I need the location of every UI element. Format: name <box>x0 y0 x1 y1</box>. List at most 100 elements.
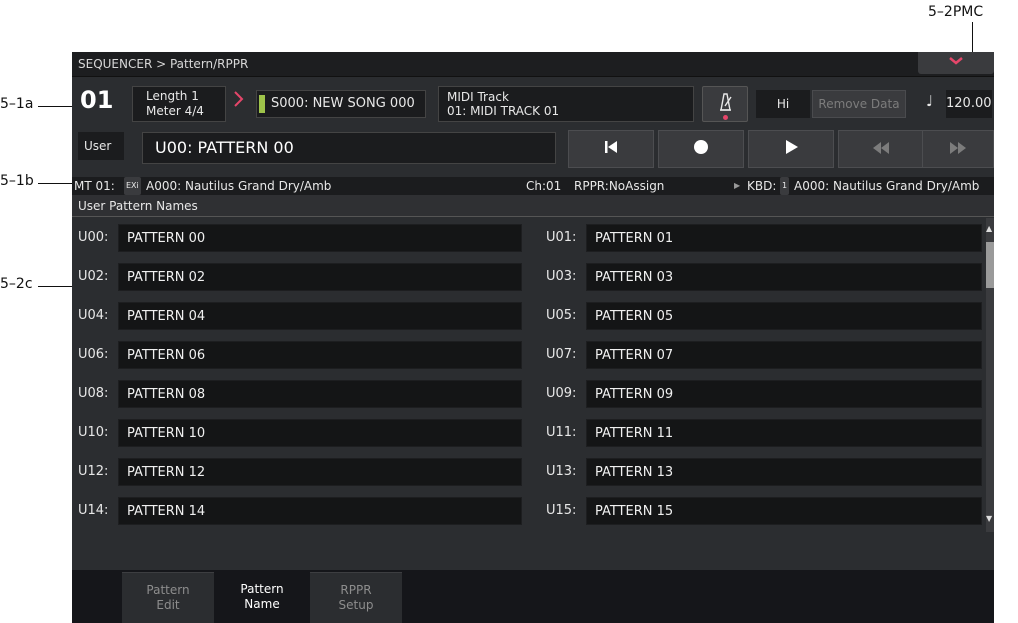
scroll-thumb[interactable] <box>986 242 994 288</box>
breadcrumb: SEQUENCER > Pattern/RPPR <box>78 57 249 71</box>
pattern-id: U05: <box>546 308 577 323</box>
play-button[interactable] <box>748 130 834 168</box>
pattern-id: U08: <box>78 386 109 401</box>
fast-forward-button[interactable] <box>922 130 994 168</box>
length-value: Length 1 <box>146 89 199 103</box>
channel-label: Ch:01 <box>526 179 562 193</box>
record-button[interactable] <box>658 130 744 168</box>
pattern-id: U03: <box>546 269 577 284</box>
pattern-id: U09: <box>546 386 577 401</box>
play-icon <box>782 137 800 161</box>
pattern-name-field[interactable]: PATTERN 07 <box>586 341 982 369</box>
pattern-id: U04: <box>78 308 109 323</box>
pattern-id: U15: <box>546 503 577 518</box>
track-info-bar: MT 01: EXi A000: Nautilus Grand Dry/Amb … <box>72 177 994 195</box>
pattern-id: U10: <box>78 425 109 440</box>
length-meter-box[interactable]: Length 1 Meter 4/4 <box>132 86 226 122</box>
section-divider <box>72 216 994 217</box>
tempo-field[interactable]: 120.00 <box>946 90 992 118</box>
pattern-row: U14: PATTERN 14 <box>78 497 528 525</box>
kbd-arrow-icon: ▶ <box>734 181 741 190</box>
metronome-indicator <box>723 115 728 120</box>
track-select[interactable]: MIDI Track 01: MIDI TRACK 01 <box>438 86 694 122</box>
rewind-button[interactable] <box>838 130 924 168</box>
track-name: 01: MIDI TRACK 01 <box>447 104 560 118</box>
page-menu-button[interactable] <box>918 52 994 74</box>
pattern-id: U07: <box>546 347 577 362</box>
tab-label-line1: RPPR <box>340 583 372 597</box>
tab-label-line2: Setup <box>338 598 374 612</box>
pattern-bank[interactable]: User <box>78 132 124 160</box>
kbd-number: 1 <box>780 177 790 195</box>
song-select[interactable]: S000: NEW SONG 000 <box>256 90 426 118</box>
pattern-name-field[interactable]: PATTERN 03 <box>586 263 982 291</box>
pattern-row: U11: PATTERN 11 <box>546 419 994 447</box>
pattern-name-field[interactable]: PATTERN 13 <box>586 458 982 486</box>
hi-button[interactable]: Hi <box>756 90 810 118</box>
pattern-name-field[interactable]: PATTERN 06 <box>118 341 522 369</box>
metronome-icon <box>716 93 734 116</box>
metronome-button[interactable] <box>702 86 748 122</box>
pattern-row: U12: PATTERN 12 <box>78 458 528 486</box>
pattern-row: U00: PATTERN 00 <box>78 224 528 252</box>
pattern-row: U13: PATTERN 13 <box>546 458 994 486</box>
tab-pattern-edit[interactable]: Pattern Edit <box>122 572 214 623</box>
pattern-row: U01: PATTERN 01 <box>546 224 994 252</box>
track-label: MT 01: <box>74 179 115 193</box>
pattern-id: U00: <box>78 230 109 245</box>
track-title: MIDI Track <box>447 90 509 104</box>
fast-forward-icon <box>948 137 968 161</box>
pattern-name-field[interactable]: PATTERN 08 <box>118 380 522 408</box>
pattern-name-field[interactable]: PATTERN 10 <box>118 419 522 447</box>
pattern-id: U13: <box>546 464 577 479</box>
chevron-down-icon <box>948 56 964 68</box>
remove-data-button[interactable]: Remove Data <box>812 90 906 118</box>
tab-pattern-name[interactable]: Pattern Name <box>216 572 308 623</box>
pattern-row: U04: PATTERN 04 <box>78 302 528 330</box>
pattern-name-field[interactable]: PATTERN 05 <box>586 302 982 330</box>
title-bar: SEQUENCER > Pattern/RPPR <box>72 52 994 77</box>
pattern-id: U12: <box>78 464 109 479</box>
pattern-row: U10: PATTERN 10 <box>78 419 528 447</box>
pattern-name-list: U00: PATTERN 00 U01: PATTERN 01 U02: PATTERN … <box>72 218 994 532</box>
section-header: User Pattern Names <box>72 195 994 217</box>
pattern-select[interactable]: U00: PATTERN 00 <box>142 132 556 164</box>
pattern-row: U06: PATTERN 06 <box>78 341 528 369</box>
tab-label-line1: Pattern <box>240 582 284 596</box>
kbd-program[interactable]: A000: Nautilus Grand Dry/Amb <box>794 177 979 195</box>
callout-5-1a: 5–1a <box>0 96 34 112</box>
pattern-name-field[interactable]: PATTERN 01 <box>586 224 982 252</box>
scroll-up-icon[interactable]: ▲ <box>986 224 992 233</box>
callout-5-2c: 5–2c <box>0 276 33 292</box>
rewind-icon <box>871 137 891 161</box>
pattern-name-field[interactable]: PATTERN 00 <box>118 224 522 252</box>
song-number[interactable]: 01 <box>80 86 113 114</box>
pattern-name-field[interactable]: PATTERN 15 <box>586 497 982 525</box>
kbd-label: KBD: <box>747 179 777 193</box>
pattern-name-field[interactable]: PATTERN 09 <box>586 380 982 408</box>
tab-label-line1: Pattern <box>146 583 190 597</box>
pattern-name-field[interactable]: PATTERN 11 <box>586 419 982 447</box>
pattern-name-field[interactable]: PATTERN 14 <box>118 497 522 525</box>
pattern-row: U03: PATTERN 03 <box>546 263 994 291</box>
pattern-row: U15: PATTERN 15 <box>546 497 994 525</box>
pattern-name-field[interactable]: PATTERN 12 <box>118 458 522 486</box>
list-scrollbar[interactable]: ▲ ▼ <box>986 218 994 532</box>
song-select-arrow-icon[interactable] <box>232 90 244 113</box>
locate-start-button[interactable] <box>568 130 654 168</box>
pattern-row: U07: PATTERN 07 <box>546 341 994 369</box>
tempo-note-icon: ♩ <box>926 92 934 110</box>
tab-rppr-setup[interactable]: RPPR Setup <box>310 572 402 623</box>
scroll-down-icon[interactable]: ▼ <box>986 514 992 523</box>
track-color-swatch <box>259 95 265 113</box>
sequencer-screen: SEQUENCER > Pattern/RPPR 01 Length 1 Met… <box>72 52 994 623</box>
record-icon <box>692 137 710 161</box>
pattern-id: U02: <box>78 269 109 284</box>
pattern-row: U02: PATTERN 02 <box>78 263 528 291</box>
song-name: S000: NEW SONG 000 <box>271 96 415 111</box>
pattern-name-field[interactable]: PATTERN 04 <box>118 302 522 330</box>
pattern-row: U05: PATTERN 05 <box>546 302 994 330</box>
track-program[interactable]: A000: Nautilus Grand Dry/Amb <box>146 177 331 195</box>
pattern-name-field[interactable]: PATTERN 02 <box>118 263 522 291</box>
pattern-id: U01: <box>546 230 577 245</box>
